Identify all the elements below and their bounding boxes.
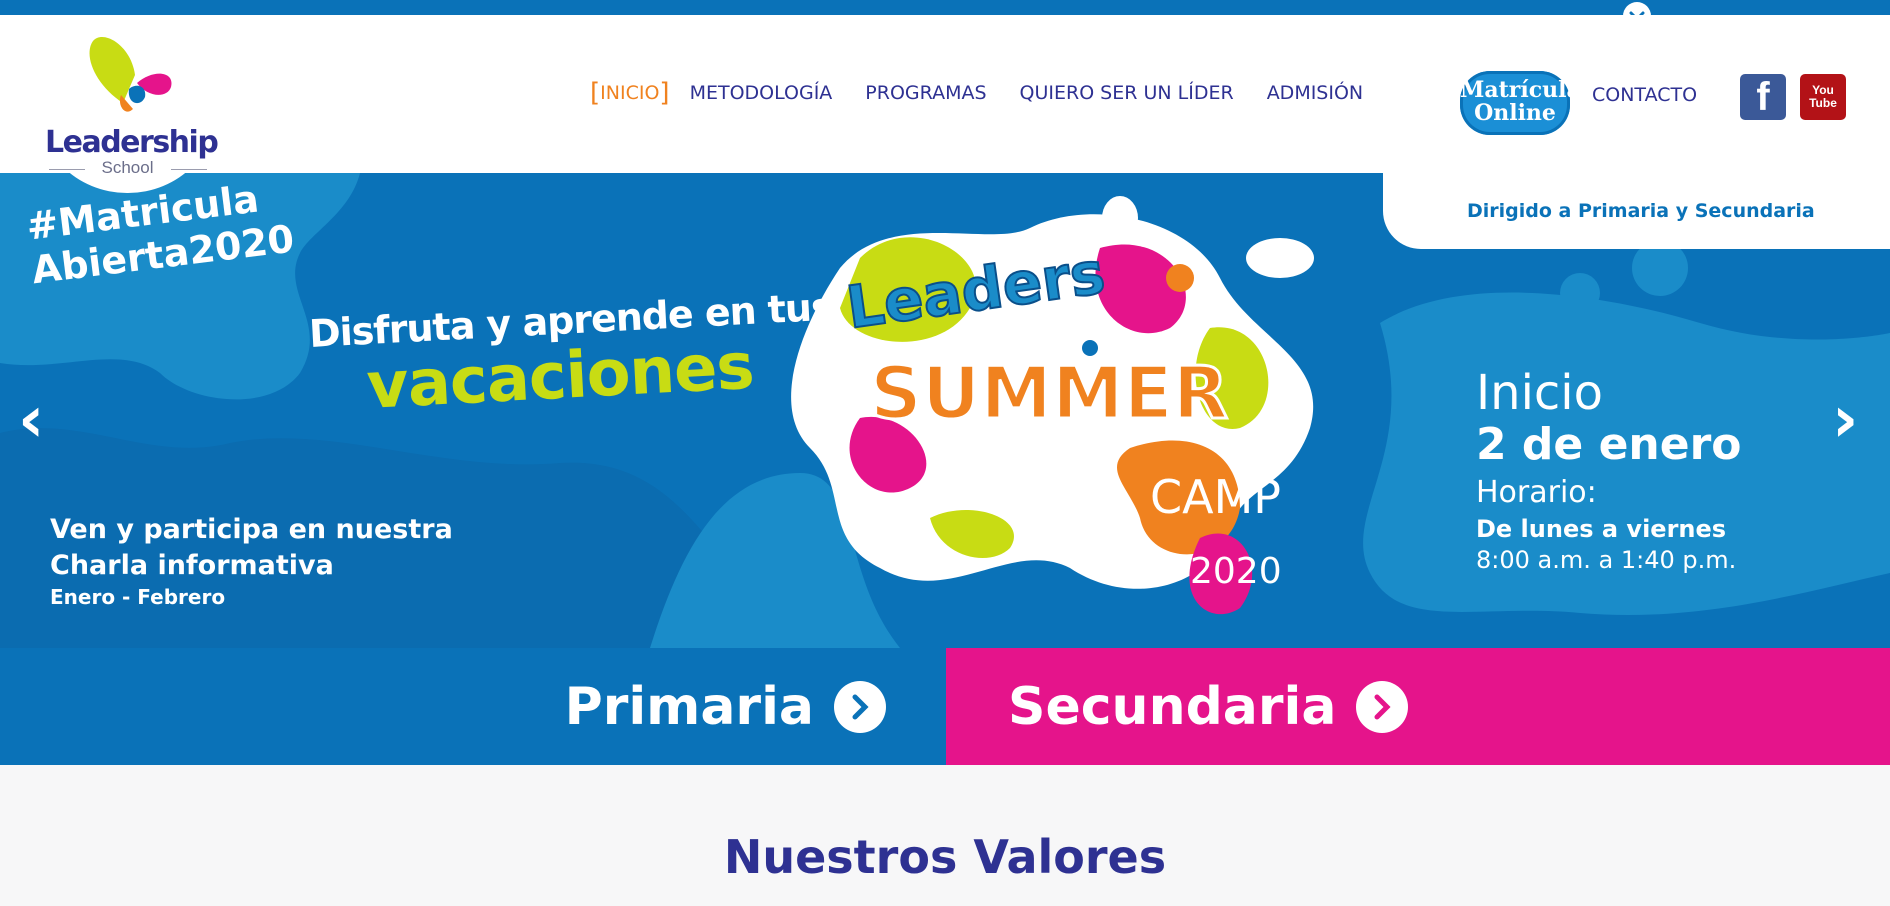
camp-summer-text: SUMMER [870,351,1228,435]
primaria-label: Primaria [564,676,814,737]
matricula-online-button[interactable]: Matrícula Online [1460,71,1581,135]
secundaria-link[interactable]: Secundaria [946,648,1890,765]
site-logo[interactable]: Leadership School [35,15,220,193]
nav-item-metodologia[interactable]: METODOLOGÍA [690,82,833,104]
charla-info: Ven y participa en nuestra Charla inform… [50,514,453,609]
slider-prev-arrow-icon[interactable]: ‹ [18,383,44,457]
bracket-right: ] [659,78,670,108]
camp-year-text: 2020 [1190,551,1282,592]
butterfly-logo-icon [89,36,172,112]
summer-camp-artwork: Leaders SUMMER CAMP 2020 [791,196,1314,615]
primaria-link[interactable]: Primaria [0,648,946,765]
nav-item-programas[interactable]: PROGRAMAS [865,82,986,104]
nav-item-contacto[interactable]: CONTACTO [1592,84,1697,106]
logo-rule-right [171,169,207,170]
logo-wordmark: Leadership [45,125,219,160]
bracket-left: [ [590,78,601,108]
top-accent-bar [0,0,1890,15]
youtube-icon[interactable]: You Tube [1800,74,1846,120]
main-nav: [INICIO] METODOLOGÍA PROGRAMAS QUIERO SE… [590,78,1396,108]
facebook-icon[interactable]: f [1740,74,1786,120]
schedule-info: Inicio 2 de enero Horario: De lunes a vi… [1476,365,1742,574]
section-title: Nuestros Valores [723,830,1167,884]
nav-item-admision[interactable]: ADMISIÓN [1267,82,1363,104]
logo-subtitle: School [101,158,154,177]
nav-item-quiero-ser-lider[interactable]: QUIERO SER UN LÍDER [1020,82,1234,104]
secundaria-label: Secundaria [1008,676,1337,737]
camp-camp-text: CAMP [1150,470,1281,524]
circle-arrow-icon [1356,680,1409,733]
circle-arrow-icon [834,680,886,733]
slider-next-arrow-icon[interactable]: › [1832,383,1858,457]
nav-item-inicio[interactable]: [INICIO] [590,78,670,108]
audience-pill: Dirigido a Primaria y Secundaria [1383,173,1890,249]
